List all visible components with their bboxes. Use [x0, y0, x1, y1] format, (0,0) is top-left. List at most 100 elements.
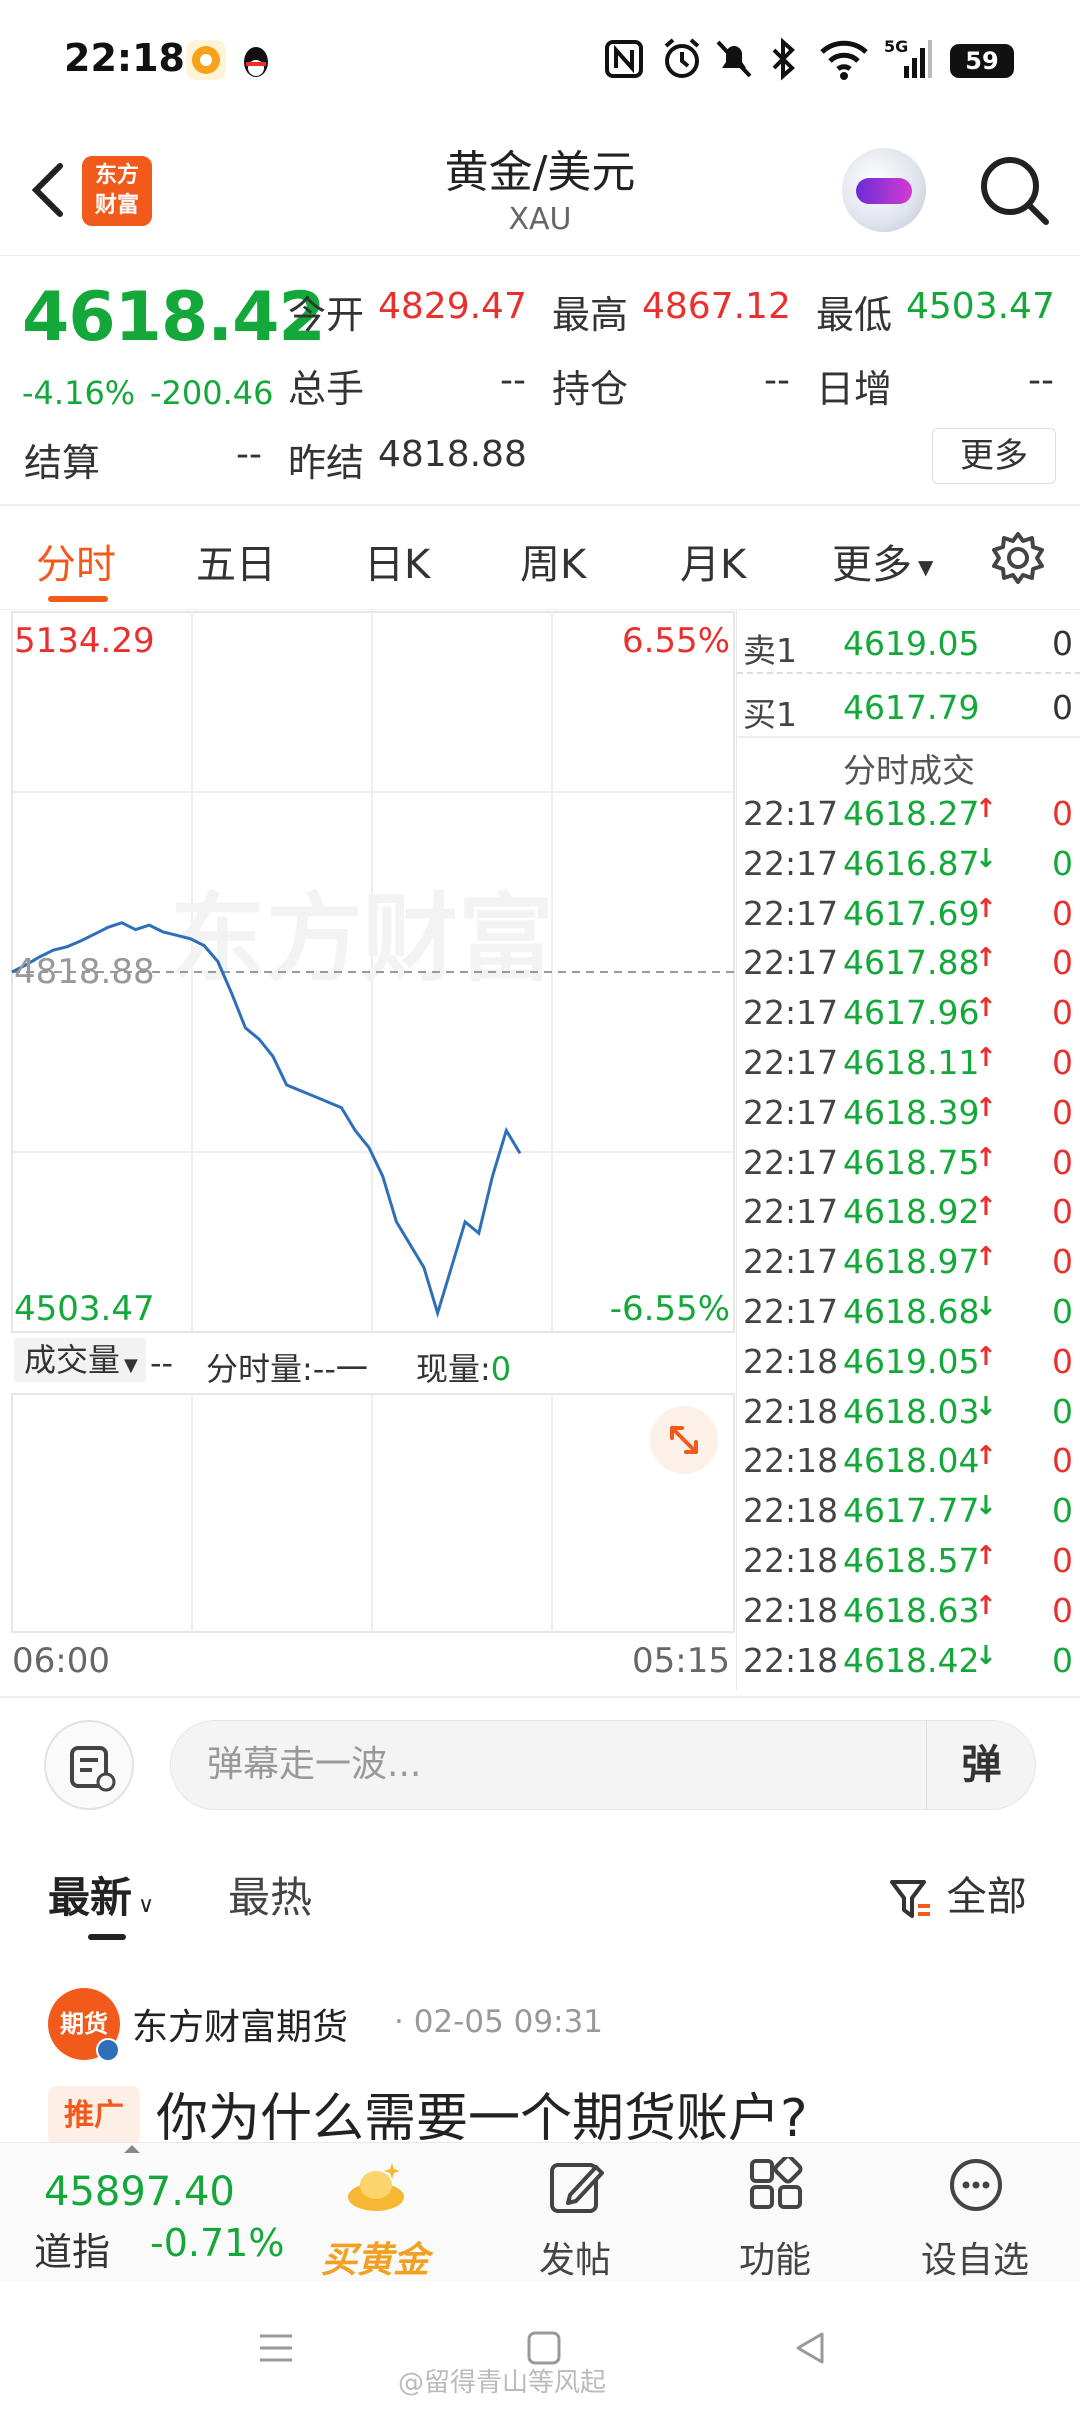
tick-volume: 0 — [1052, 1391, 1073, 1431]
tick-price: 4618.04 — [843, 1441, 980, 1481]
watermark: @留得青山等风起 — [398, 2368, 607, 2398]
low-value: 4503.47 — [906, 286, 1055, 327]
tab-daily-k[interactable]: 日K — [364, 532, 430, 590]
nav-functions[interactable]: 功能 — [710, 2157, 840, 2281]
high-label: 最高 — [552, 293, 629, 337]
wifi-icon — [818, 36, 870, 82]
tick-row: 22:18 4618.42 ↓ 0 — [737, 1641, 1080, 1691]
system-back-button[interactable] — [790, 2328, 830, 2368]
danmaku-toggle-button[interactable]: 弹 — [926, 1720, 1036, 1810]
arrow-up-icon: ↑ — [975, 1590, 997, 1621]
system-nav-bar: @留得青山等风起 — [0, 2282, 1080, 2412]
tick-volume: 0 — [1052, 1341, 1073, 1381]
nfc-icon — [604, 36, 644, 82]
tick-row: 22:17 4618.68 ↓ 0 — [737, 1292, 1080, 1342]
post-title[interactable]: 你为什么需要一个期货账户? — [156, 2076, 808, 2151]
tick-volume: 0 — [1052, 893, 1073, 933]
tick-time: 22:17 — [743, 1092, 839, 1132]
daily-increase-label: 日增 — [816, 367, 893, 411]
bluetooth-icon — [766, 36, 800, 82]
post-time: · 02-05 09:31 — [394, 2004, 603, 2040]
chart-tabs: 分时 五日 日K 周K 月K 更多 ▼ — [0, 508, 1080, 610]
chart-settings-button[interactable] — [990, 530, 1046, 586]
ask-label: 卖1 — [743, 631, 797, 670]
tick-time: 22:17 — [743, 1142, 839, 1182]
feed-tab-latest[interactable]: 最新 ∨ — [48, 1864, 154, 1925]
svg-text:5G: 5G — [884, 37, 908, 56]
index-value[interactable]: 45897.40 — [44, 2169, 235, 2215]
feed-post[interactable]: 期货 东方财富期货 · 02-05 09:31 推广 你为什么需要一个期货账户? — [0, 1960, 1080, 2150]
tick-volume: 0 — [1052, 794, 1073, 833]
minute-volume: 分时量:--一 — [206, 1350, 368, 1388]
feed-tab-hot[interactable]: 最热 — [228, 1864, 312, 1925]
daily-increase-value: -- — [1028, 360, 1054, 401]
expand-chart-button[interactable] — [650, 1406, 718, 1474]
status-time: 22:18 — [64, 36, 185, 80]
feed-tabs: 最新 ∨ 最热 全部 — [0, 1840, 1080, 1950]
danmaku-input[interactable]: 弹幕走一波... — [170, 1720, 1036, 1810]
gear-icon — [992, 532, 1044, 584]
assistant-robot-icon[interactable] — [842, 148, 926, 232]
tick-price: 4619.05 — [843, 1341, 980, 1381]
nav-add-watchlist[interactable]: 设自选 — [910, 2157, 1040, 2281]
high-value: 4867.12 — [642, 286, 791, 327]
index-change-pct: -0.71% — [150, 2221, 285, 2265]
back-button[interactable] — [20, 150, 80, 230]
system-menu-button[interactable] — [256, 2328, 296, 2368]
tick-volume: 0 — [1052, 943, 1073, 983]
tick-volume: 0 — [1052, 1541, 1073, 1580]
tick-row: 22:17 4617.88 ↑ 0 — [737, 943, 1080, 993]
more-quote-button[interactable]: 更多 — [932, 428, 1056, 484]
arrow-up-icon: ↑ — [975, 1192, 997, 1223]
arrow-up-icon: ↑ — [975, 1142, 997, 1173]
post-author[interactable]: 东方财富期货 — [132, 1998, 348, 2050]
tick-row: 22:17 4616.87 ↓ 0 — [737, 844, 1080, 894]
index-name[interactable]: 道指 — [34, 2221, 110, 2276]
tick-row: 22:18 4618.57 ↑ 0 — [737, 1541, 1080, 1591]
tick-time: 22:18 — [743, 1441, 839, 1481]
nav-post-label: 发帖 — [538, 2240, 611, 2281]
prev-settle-label: 昨结 — [288, 441, 365, 485]
filter-icon — [890, 1880, 930, 1918]
chevron-down-icon: ▼ — [124, 1355, 138, 1376]
tick-price: 4618.27 — [843, 794, 980, 833]
tab-monthly-k[interactable]: 月K — [680, 532, 746, 590]
axis-ref-price: 4818.88 — [14, 952, 155, 992]
axis-bottom-pct: -6.55% — [610, 1289, 730, 1329]
5g-signal-icon: 5G — [884, 36, 932, 82]
nav-buy-gold[interactable]: 买黄金 — [310, 2157, 440, 2281]
tick-row: 22:17 4618.39 ↑ 0 — [737, 1093, 1080, 1143]
volume-indicator-selector[interactable]: 成交量 ▼ — [14, 1338, 146, 1382]
nav-post[interactable]: 发帖 — [510, 2157, 640, 2281]
tab-five-day[interactable]: 五日 — [196, 532, 276, 590]
ask-price: 4619.05 — [843, 624, 980, 663]
nav-buy-gold-label: 买黄金 — [320, 2240, 429, 2281]
search-button[interactable] — [974, 150, 1054, 230]
tick-price: 4618.57 — [843, 1541, 980, 1580]
danmaku-bar: 弹幕走一波... 弹 — [0, 1696, 1080, 1826]
tick-row: 22:18 4618.04 ↑ 0 — [737, 1441, 1080, 1491]
tick-time: 22:17 — [743, 1242, 839, 1282]
volume-dash: -- — [150, 1344, 174, 1382]
tick-price: 4617.69 — [843, 893, 980, 933]
bottom-nav: 45897.40 道指 -0.71% 买黄金 发帖 功能 设自选 — [0, 2142, 1080, 2282]
tab-more[interactable]: 更多 ▼ — [832, 532, 933, 590]
tab-weekly-k[interactable]: 周K — [520, 532, 586, 590]
low-label: 最低 — [816, 293, 893, 337]
intraday-chart[interactable]: 东方财富 5134.29 6.55% 4818.88 4503.47 -6.55… — [0, 610, 736, 1690]
tick-row: 22:18 4619.05 ↑ 0 — [737, 1342, 1080, 1392]
danmaku-settings-button[interactable] — [44, 1720, 134, 1810]
tick-row: 22:17 4617.69 ↑ 0 — [737, 894, 1080, 944]
bid-volume: 0 — [1052, 688, 1073, 727]
current-volume-label: 现量: — [416, 1350, 491, 1388]
current-volume: 现量:0 — [416, 1344, 511, 1390]
tick-time: 22:17 — [743, 1043, 839, 1082]
tick-row: 22:17 4618.75 ↑ 0 — [737, 1143, 1080, 1193]
feed-filter-button[interactable]: 全部 — [888, 1864, 1027, 1922]
tick-list[interactable]: 22:17 4618.27 ↑ 0 22:17 4616.87 ↓ 0 22:17 4617.69… — [737, 794, 1080, 1694]
chart-watermark: 东方财富 — [170, 886, 554, 993]
chart-canvas: 东方财富 5134.29 6.55% 4818.88 4503.47 -6.55… — [11, 611, 735, 1681]
tab-intraday[interactable]: 分时 — [36, 532, 116, 590]
tick-volume: 0 — [1052, 1092, 1073, 1132]
tick-price: 4618.42 — [843, 1640, 980, 1680]
